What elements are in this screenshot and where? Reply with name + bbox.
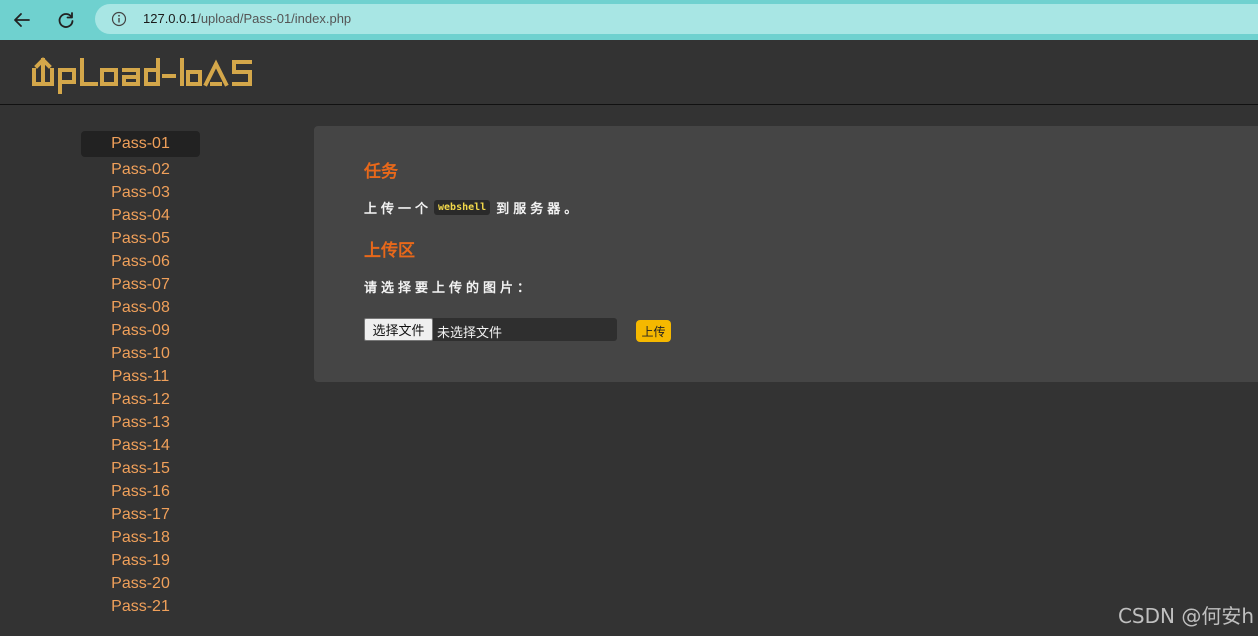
sidebar-item-pass-08[interactable]: Pass-08 [81, 295, 200, 318]
sidebar-item-pass-14[interactable]: Pass-14 [81, 433, 200, 456]
choose-file-button[interactable]: 选择文件 [364, 318, 433, 341]
sidebar-item-pass-18[interactable]: Pass-18 [81, 525, 200, 548]
file-status: 未选择文件 [437, 326, 503, 341]
logo-graphic [32, 57, 252, 94]
sidebar-item-pass-12[interactable]: Pass-12 [81, 387, 200, 410]
sidebar-item-pass-21[interactable]: Pass-21 [81, 594, 200, 617]
upload-heading: 上传区 [364, 241, 415, 261]
sidebar-item-pass-04[interactable]: Pass-04 [81, 203, 200, 226]
sidebar-item-pass-10[interactable]: Pass-10 [81, 341, 200, 364]
task-text-before: 上传一个 [364, 202, 433, 217]
site-header [0, 40, 1258, 105]
choose-image-label: 请选择要上传的图片： [364, 281, 535, 296]
reload-icon [58, 12, 74, 28]
watermark: CSDN @何安h [1117, 604, 1254, 628]
back-button[interactable] [8, 6, 36, 34]
url-path: /upload/Pass-01/index.php [197, 11, 352, 26]
reload-button[interactable] [52, 6, 80, 34]
url-text[interactable]: 127.0.0.1/upload/Pass-01/index.php [143, 11, 351, 26]
sidebar-item-pass-16[interactable]: Pass-16 [81, 479, 200, 502]
sidebar-item-pass-17[interactable]: Pass-17 [81, 502, 200, 525]
task-description: 上传一个 webshell 到服务器。 [364, 198, 581, 217]
sidebar-item-pass-01[interactable]: Pass-01 [81, 131, 200, 157]
url-host: 127.0.0.1 [143, 11, 198, 26]
webshell-code: webshell [434, 200, 491, 215]
sidebar-item-pass-03[interactable]: Pass-03 [81, 180, 200, 203]
sidebar-item-pass-06[interactable]: Pass-06 [81, 249, 200, 272]
main-panel: 任务 上传一个 webshell 到服务器。 上传区 请选择要上传的图片： 选择… [314, 126, 1258, 382]
info-icon[interactable] [111, 11, 127, 27]
task-text-after: 到服务器。 [496, 202, 582, 217]
site-logo[interactable] [30, 52, 260, 99]
file-input[interactable]: 选择文件 未选择文件 [364, 318, 617, 341]
sidebar-item-pass-02[interactable]: Pass-02 [81, 157, 200, 180]
sidebar-item-pass-09[interactable]: Pass-09 [81, 318, 200, 341]
address-bar[interactable]: 127.0.0.1/upload/Pass-01/index.php [95, 4, 1258, 34]
browser-toolbar: 127.0.0.1/upload/Pass-01/index.php [0, 0, 1258, 40]
sidebar-item-pass-15[interactable]: Pass-15 [81, 456, 200, 479]
sidebar-item-pass-13[interactable]: Pass-13 [81, 410, 200, 433]
pass-sidebar: Pass-01 Pass-02 Pass-03 Pass-04 Pass-05 … [81, 131, 200, 617]
task-heading: 任务 [364, 162, 398, 182]
upload-button[interactable]: 上传 [636, 320, 671, 342]
sidebar-item-pass-19[interactable]: Pass-19 [81, 548, 200, 571]
arrow-left-icon [14, 13, 30, 27]
sidebar-item-pass-20[interactable]: Pass-20 [81, 571, 200, 594]
sidebar-item-pass-11[interactable]: Pass-11 [81, 364, 200, 387]
sidebar-item-pass-05[interactable]: Pass-05 [81, 226, 200, 249]
sidebar-item-pass-07[interactable]: Pass-07 [81, 272, 200, 295]
